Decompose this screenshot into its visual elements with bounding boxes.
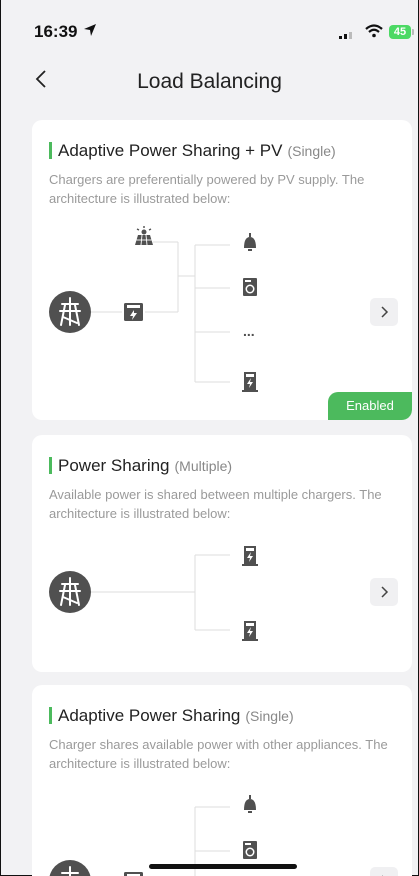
ev-charger-icon	[242, 621, 258, 641]
chevron-right-icon	[381, 586, 389, 598]
washing-machine-icon	[243, 841, 257, 859]
chevron-right-button[interactable]	[370, 298, 398, 326]
battery-tip	[412, 29, 414, 35]
washing-machine-icon	[243, 278, 257, 296]
ev-charger-icon	[242, 546, 258, 566]
card-adaptive-power-sharing[interactable]: Adaptive Power Sharing (Single) Charger s…	[32, 685, 412, 876]
battery-icon: 45	[389, 25, 411, 39]
lamp-icon	[244, 795, 256, 813]
meter-icon	[124, 303, 143, 321]
card-power-sharing[interactable]: Power Sharing (Multiple) Available power …	[32, 435, 412, 672]
nav-bar: Load Balancing	[1, 50, 418, 110]
page-title: Load Balancing	[137, 70, 282, 93]
location-arrow-icon	[84, 24, 96, 36]
signal-icon	[339, 32, 352, 39]
architecture-diagram	[49, 546, 258, 641]
home-indicator	[149, 864, 297, 869]
chevron-right-button[interactable]	[370, 578, 398, 606]
chevron-right-icon	[382, 875, 384, 876]
meter-icon	[124, 872, 143, 876]
power-grid-icon	[49, 291, 91, 333]
lamp-icon	[244, 233, 256, 251]
card-adaptive-power-sharing-pv[interactable]: Adaptive Power Sharing + PV (Single) Char…	[32, 120, 412, 420]
architecture-diagram	[49, 795, 257, 876]
architecture-diagram	[49, 226, 258, 392]
wifi-icon	[365, 24, 383, 38]
enabled-badge: Enabled	[328, 392, 412, 420]
status-time: 16:39	[34, 22, 78, 41]
ev-charger-icon	[242, 372, 258, 392]
chevron-right-icon	[381, 306, 389, 318]
solar-panel-icon	[135, 226, 153, 246]
ellipsis-text: ...	[243, 323, 255, 339]
power-grid-icon	[49, 571, 91, 613]
chevron-right-button[interactable]	[370, 867, 398, 876]
power-grid-icon	[49, 860, 91, 876]
status-bar: 16:39 45	[1, 0, 418, 50]
